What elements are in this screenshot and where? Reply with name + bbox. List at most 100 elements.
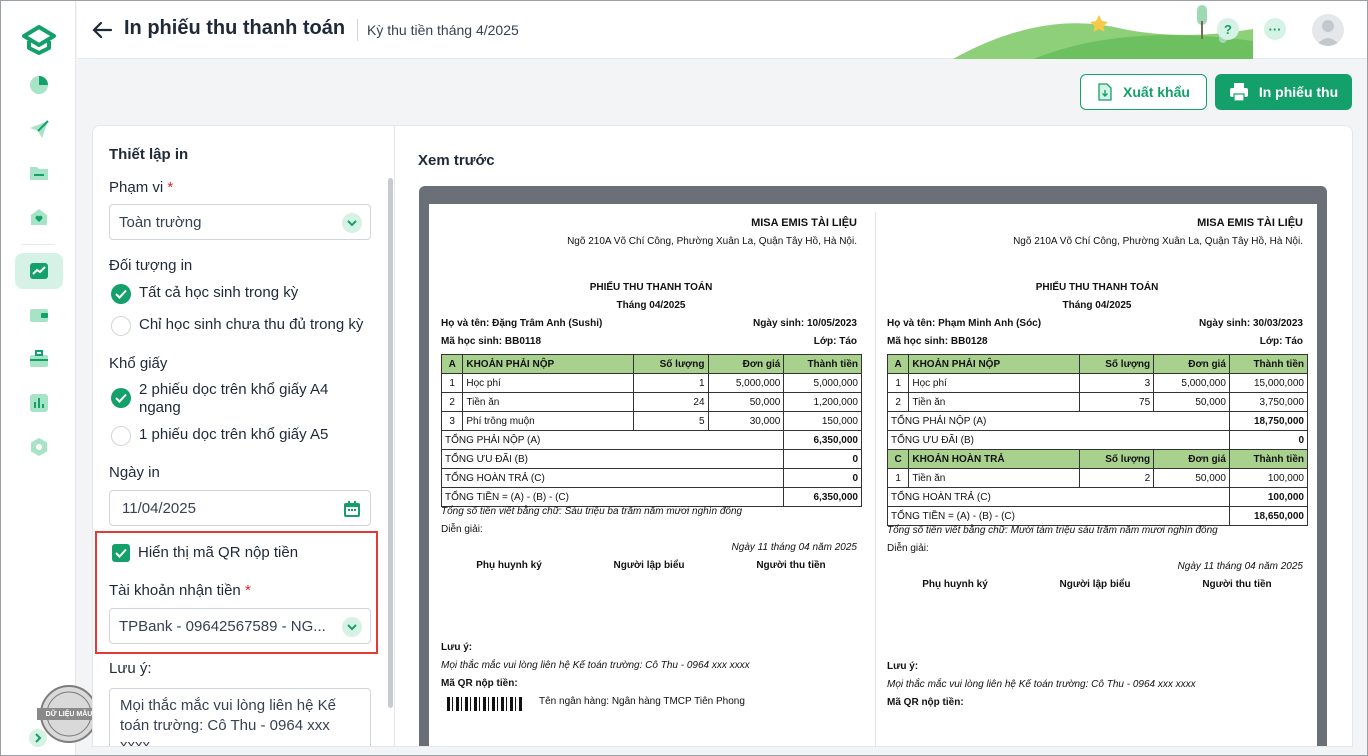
scope-select[interactable]: Toàn trường xyxy=(109,204,371,240)
cell: 3,750,000 xyxy=(1228,392,1309,412)
paper-option-a4-line1: 2 phiếu dọc trên khổ giấy A4 xyxy=(139,381,329,398)
preview-paper: MISA EMIS TÀI LIỆU Ngõ 210A Võ Chí Công,… xyxy=(429,204,1317,746)
qr-title: Mã QR nộp tiền: xyxy=(441,678,518,689)
total-row: TỔNG ƯU ĐÃI (B) 0 xyxy=(887,430,1309,450)
total-value: 18,650,000 xyxy=(1228,506,1309,526)
help-icon[interactable]: ? xyxy=(1217,18,1239,40)
student-name: Họ và tên: Phạm Minh Anh (Sóc) xyxy=(887,318,1042,329)
student-dob: Ngày sinh: 10/05/2023 xyxy=(753,318,857,329)
school-name: MISA EMIS TÀI LIỆU xyxy=(1197,217,1303,229)
briefcase-icon[interactable] xyxy=(15,341,63,377)
cell: 50,000 xyxy=(1153,468,1230,488)
radio-checked-icon xyxy=(111,284,131,304)
signature-parent: Phụ huynh ký xyxy=(476,560,542,571)
wallet-icon[interactable] xyxy=(15,297,63,333)
header-cell: Thành tiền xyxy=(1228,354,1309,374)
expand-sidebar-icon[interactable] xyxy=(29,729,47,747)
print-receipt-button-label: In phiếu thu xyxy=(1258,84,1339,100)
scope-select-value: Toàn trường xyxy=(119,213,202,231)
heart-home-icon[interactable] xyxy=(15,199,63,235)
total-label: TỔNG TIỀN = (A) - (B) - (C) xyxy=(887,506,1230,526)
student-dob: Ngày sinh: 30/03/2023 xyxy=(1199,318,1303,329)
target-option-all-label: Tất cả học sinh trong kỳ xyxy=(139,284,299,301)
scope-label: Phạm vi * xyxy=(109,179,173,196)
fees-table: A KHOẢN PHẢI NỘP Số lượng Đơn giá Thành … xyxy=(440,354,862,507)
total-value: 0 xyxy=(783,449,862,469)
explanation-label: Diễn giải: xyxy=(887,543,929,554)
note-text: Mọi thắc mắc vui lòng liên hệ Kế toán tr… xyxy=(887,679,1196,690)
signature-preparer: Người lập biểu xyxy=(1059,579,1131,590)
settings-scrollbar[interactable] xyxy=(388,178,393,708)
settings-icon[interactable] xyxy=(15,429,63,465)
more-options-icon[interactable]: ··· xyxy=(1264,18,1286,40)
scope-label-text: Phạm vi xyxy=(109,179,164,196)
receipt-title: PHIẾU THU THANH TOÁN xyxy=(589,282,713,293)
explanation-label: Diễn giải: xyxy=(441,524,483,535)
target-option-unpaid-label: Chỉ học sinh chưa thu đủ trong kỳ xyxy=(139,316,364,333)
total-value: 18,750,000 xyxy=(1228,411,1309,431)
chart-line-icon[interactable] xyxy=(15,253,63,289)
student-code: Mã học sinh: BB0128 xyxy=(887,336,988,347)
total-row: TỔNG PHẢI NỘP (A) 18,750,000 xyxy=(887,411,1309,431)
header-cell: A xyxy=(886,354,910,374)
rail-divider xyxy=(21,244,55,245)
cell: Phí trông muộn xyxy=(462,411,634,431)
table-row: 2 Tiền ăn 75 50,000 3,750,000 xyxy=(886,392,1309,412)
back-arrow-icon[interactable] xyxy=(91,19,113,41)
print-date-input[interactable]: 11/04/2025 xyxy=(109,490,371,526)
folder-icon[interactable] xyxy=(15,155,63,191)
dashboard-icon[interactable] xyxy=(15,67,63,103)
cell: Học phí xyxy=(908,373,1080,393)
paper-option-a4[interactable]: 2 phiếu dọc trên khổ giấy A4 ngang xyxy=(111,381,328,417)
cell: 50,000 xyxy=(1153,392,1230,412)
total-value: 0 xyxy=(1228,430,1309,450)
print-date-label: Ngày in xyxy=(109,464,160,481)
school-name: MISA EMIS TÀI LIỆU xyxy=(751,217,857,229)
app-logo-icon[interactable] xyxy=(21,23,57,57)
bar-chart-icon[interactable] xyxy=(15,385,63,421)
cell: 30,000 xyxy=(707,411,785,431)
required-mark: * xyxy=(167,179,174,196)
radio-checked-icon xyxy=(111,388,131,408)
paper-option-a5[interactable]: 1 phiếu dọc trên khổ giấy A5 xyxy=(111,426,328,446)
user-avatar[interactable] xyxy=(1312,14,1344,46)
calendar-icon[interactable] xyxy=(342,499,362,523)
signature-preparer: Người lập biểu xyxy=(613,560,685,571)
print-receipt-button[interactable]: In phiếu thu xyxy=(1215,74,1352,110)
target-option-all[interactable]: Tất cả học sinh trong kỳ xyxy=(111,284,298,304)
paper-size-label: Khổ giấy xyxy=(109,355,168,372)
note-title: Lưu ý: xyxy=(887,661,919,672)
header-cell: Đơn giá xyxy=(1153,449,1230,469)
cell: 1 xyxy=(886,373,910,393)
receipt-month: Tháng 04/2025 xyxy=(1062,300,1132,311)
signing-date: Ngày 11 tháng 04 năm 2025 xyxy=(1177,561,1303,572)
header-cell: Thành tiền xyxy=(783,354,862,374)
total-label: TỔNG ƯU ĐÃI (B) xyxy=(887,430,1230,450)
header-cell: Đơn giá xyxy=(707,354,785,374)
total-label: TỔNG PHẢI NỘP (A) xyxy=(440,430,785,450)
qr-code-image xyxy=(447,697,523,711)
download-file-icon xyxy=(1098,83,1112,101)
total-value: 6,350,000 xyxy=(783,430,862,450)
cell: 75 xyxy=(1078,392,1155,412)
receipt-month: Tháng 04/2025 xyxy=(616,300,686,311)
table-row: 2 Tiền ăn 24 50,000 1,200,000 xyxy=(440,392,862,412)
total-label: TỔNG ƯU ĐÃI (B) xyxy=(440,449,785,469)
cell: 2 xyxy=(440,392,464,412)
send-icon[interactable] xyxy=(15,111,63,147)
school-address: Ngõ 210A Võ Chí Công, Phường Xuân La, Qu… xyxy=(1013,236,1303,247)
note-text: Mọi thắc mắc vui lòng liên hệ Kế toán tr… xyxy=(441,660,750,671)
amount-in-words: Tổng số tiền viết bằng chữ: Mười tám tri… xyxy=(887,525,1218,536)
cell: 24 xyxy=(632,392,709,412)
sample-data-badge-text: DỮ LIỆU MẪU xyxy=(45,711,93,718)
total-value: 6,350,000 xyxy=(783,487,862,507)
note-textarea[interactable]: Mọi thắc mắc vui lòng liên hệ Kế toán tr… xyxy=(109,688,371,746)
export-button[interactable]: Xuất khẩu xyxy=(1080,74,1207,110)
header-cell: KHOẢN HOÀN TRẢ xyxy=(908,449,1080,469)
cell: 1 xyxy=(632,373,709,393)
preview-viewer[interactable]: MISA EMIS TÀI LIỆU Ngõ 210A Võ Chí Công,… xyxy=(419,186,1327,746)
table-row: 1 Học phí 3 5,000,000 15,000,000 xyxy=(886,373,1309,393)
paper-option-a5-label: 1 phiếu dọc trên khổ giấy A5 xyxy=(139,426,329,443)
header-cell: A xyxy=(440,354,464,374)
target-option-unpaid[interactable]: Chỉ học sinh chưa thu đủ trong kỳ xyxy=(111,316,363,336)
